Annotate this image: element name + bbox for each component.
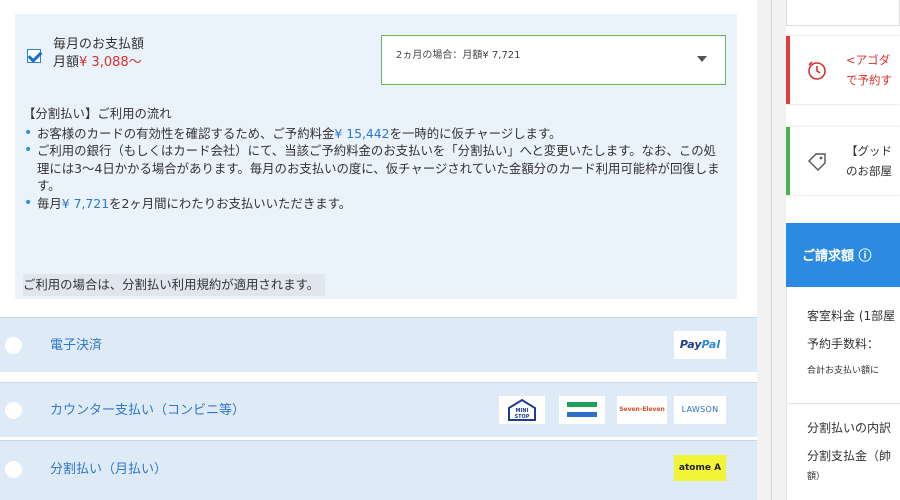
payment-option-label: 分割払い（月払い） (50, 462, 168, 477)
monthly-payment-amount: 月額¥ 3,088～ (53, 54, 144, 72)
flow-item-text-after: を一時的に仮チャージします。 (389, 125, 562, 141)
billing-header: ご請求額 ⓘ (786, 223, 900, 287)
payment-option-e-wallet[interactable]: 電子決済 PayPal (0, 317, 757, 372)
flow-item-amount: ¥ 7,721 (61, 195, 110, 211)
alert-bar (786, 36, 790, 104)
booking-summary-sidebar: <アゴダ で予約す 【グッド のお部屋 ご請求額 ⓘ 客室料金 (1部屋 予約手… (786, 0, 900, 500)
alert-text: 【グッド のお部屋 (846, 141, 892, 181)
flow-item-text-after: を2ヶ月間にわたりお支払いいただきます。 (109, 195, 352, 211)
chevron-down-icon (697, 56, 707, 62)
payment-option-label: カウンター支払い（コンビニ等） (50, 403, 246, 418)
list-item: 毎月¥ 7,721を2ヶ月間にわたりお支払いいただきます。 (23, 195, 728, 213)
monthly-payment-text: 毎月のお支払額 月額¥ 3,088～ (53, 36, 144, 72)
tag-icon (806, 151, 828, 177)
installment-plan-value: 2ヵ月の場合：月額¥ 7,721 (396, 50, 521, 61)
billing-title[interactable]: ご請求額 ⓘ (802, 245, 872, 264)
booking-fee-label: 予約手数料： (807, 337, 880, 351)
list-item: お客様のカードの有効性を確認するため、ご予約料金¥ 15,442を一時的に仮チャ… (23, 125, 728, 143)
installment-amount-label: 分割支払金（帥 (807, 449, 892, 463)
paypal-logo-pal: Pal (701, 338, 721, 351)
monthly-payment-title: 毎月のお支払額 (53, 37, 145, 52)
flow-item-amount: ¥ 15,442 (334, 125, 390, 141)
alert-text: <アゴダ で予約す (846, 50, 892, 90)
total-note: 合計お支払い額に (807, 366, 880, 376)
divider (787, 403, 900, 404)
payment-method-section: 毎月のお支払額 月額¥ 3,088～ 2ヵ月の場合：月額¥ 7,721 【分割払… (0, 0, 757, 500)
flow-item-text: お客様のカードの有効性を確認するため、ご予約料金 (37, 125, 335, 141)
installment-breakdown-label: 分割払いの内訳 (807, 421, 892, 435)
installment-details-panel: 毎月のお支払額 月額¥ 3,088～ 2ヵ月の場合：月額¥ 7,721 【分割払… (15, 14, 737, 299)
payment-option-installment[interactable]: 分割払い（月払い） atome A (0, 440, 757, 500)
monthly-suffix: ～ (128, 55, 142, 70)
payment-radio[interactable] (5, 337, 22, 354)
installment-plan-select[interactable]: 2ヵ月の場合：月額¥ 7,721 (381, 35, 726, 85)
ministop-logo: MINI STOP (499, 396, 545, 424)
payment-option-convenience-store[interactable]: カウンター支払い（コンビニ等） MINI STOP Seven-Eleven L… (0, 382, 757, 437)
room-fee-label: 客室料金 (1部屋 (807, 309, 896, 323)
atome-logo: atome A (674, 455, 726, 481)
flow-item-text: ご利用の銀行（もしくはカード会社）にて、当該ご予約料金のお支払いを「分割払い」へ… (37, 143, 720, 193)
installment-flow-list: お客様のカードの有効性を確認するため、ご予約料金¥ 15,442を一時的に仮チャ… (23, 125, 728, 213)
flow-item-text: 毎月 (37, 195, 62, 211)
alert-good-deal: 【グッド のお部屋 (786, 127, 900, 195)
alert-text-line: 【グッド (846, 144, 892, 158)
lawson-logo: LAWSON (674, 396, 726, 424)
alert-bar (786, 127, 790, 195)
column-divider (757, 0, 786, 500)
payment-radio[interactable] (5, 461, 22, 478)
installment-amount-tail: 額） (807, 472, 826, 482)
seven-eleven-logo: Seven-Eleven (617, 396, 667, 424)
billing-details: 客室料金 (1部屋 予約手数料： 合計お支払い額に 分割払いの内訳 分割支払金（… (786, 287, 900, 500)
list-item: ご利用の銀行（もしくはカード会社）にて、当該ご予約料金のお支払いを「分割払い」へ… (23, 142, 728, 195)
installment-terms-note[interactable]: ご利用の場合は、分割払い利用規約が適用されます。 (23, 274, 326, 296)
payment-radio[interactable] (5, 402, 22, 419)
clock-icon (806, 60, 828, 86)
monthly-payment-checkbox[interactable] (27, 49, 41, 63)
alert-text-line: で予約す (846, 73, 892, 87)
familymart-logo (559, 396, 605, 424)
payment-option-label: 電子決済 (50, 338, 103, 353)
installment-flow-heading: 【分割払い】ご利用の流れ (23, 106, 172, 121)
monthly-amount-value: ¥ 3,088 (79, 55, 129, 70)
summary-card-top (786, 0, 900, 26)
alert-text-line: <アゴダ (846, 53, 891, 67)
alert-booking-notice: <アゴダ で予約す (786, 36, 900, 104)
alert-text-line: のお部屋 (846, 164, 892, 178)
monthly-prefix: 月額 (53, 55, 80, 70)
paypal-logo: PayPal (674, 331, 726, 359)
paypal-logo-pay: Pay (679, 338, 702, 351)
svg-text:STOP: STOP (515, 414, 530, 420)
monthly-payment-option[interactable]: 毎月のお支払額 月額¥ 3,088～ (27, 36, 144, 72)
installment-flow: 【分割払い】ご利用の流れ お客様のカードの有効性を確認するため、ご予約料金¥ 1… (23, 105, 728, 212)
